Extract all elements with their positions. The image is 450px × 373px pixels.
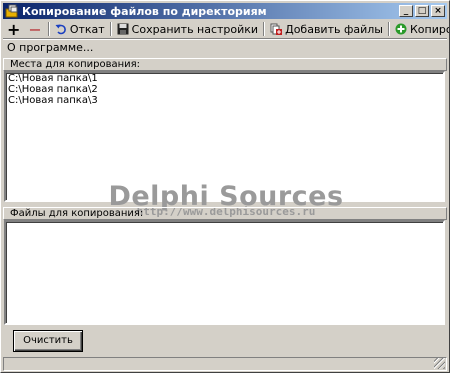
add-button[interactable]: +	[3, 20, 24, 39]
floppy-disk-icon	[117, 23, 129, 35]
remove-button[interactable]: −	[24, 20, 45, 39]
bottom-panel: Очистить	[3, 327, 447, 355]
add-files-button[interactable]: Добавить файлы	[267, 21, 386, 37]
toolbar-separator	[109, 22, 112, 36]
toolbar-separator	[47, 22, 50, 36]
list-item[interactable]: C:\Новая папка\2	[6, 84, 443, 95]
save-settings-label: Сохранить настройки	[131, 22, 259, 36]
save-settings-button[interactable]: Сохранить настройки	[114, 21, 261, 37]
undo-button[interactable]: Откат	[52, 21, 108, 37]
menu-bar: О программе...	[3, 40, 449, 55]
toolbar-separator	[387, 22, 390, 36]
destinations-header: Места для копирования:	[3, 58, 447, 71]
undo-label: Откат	[69, 22, 105, 36]
undo-icon	[55, 23, 67, 35]
destinations-list[interactable]: C:\Новая папка\1 C:\Новая папка\2 C:\Нов…	[4, 71, 445, 202]
status-bar	[3, 357, 447, 371]
copy-files-label: Копировать файлы	[409, 22, 449, 36]
menu-item-about[interactable]: О программе...	[7, 41, 93, 54]
clear-button[interactable]: Очистить	[13, 330, 83, 352]
toolbar: + − Откат Сохранить настройки Добавить ф…	[3, 20, 449, 39]
app-window: Копирование файлов по директориям _ □ × …	[0, 0, 450, 373]
add-files-label: Добавить файлы	[285, 22, 383, 36]
size-grip[interactable]	[434, 358, 445, 369]
toolbar-separator	[263, 22, 266, 36]
add-files-icon	[270, 23, 283, 35]
list-item[interactable]: C:\Новая папка\3	[6, 95, 443, 106]
app-icon	[5, 4, 19, 18]
green-plus-icon	[395, 23, 407, 35]
files-list[interactable]	[4, 220, 445, 325]
window-title: Копирование файлов по директориям	[22, 4, 267, 18]
copy-files-button[interactable]: Копировать файлы	[392, 21, 449, 37]
close-button[interactable]: ×	[431, 5, 445, 17]
list-item[interactable]: C:\Новая папка\1	[6, 73, 443, 84]
files-header: Файлы для копирования:	[3, 207, 447, 220]
minimize-button[interactable]: _	[399, 5, 413, 17]
maximize-button[interactable]: □	[415, 5, 429, 17]
title-bar[interactable]: Копирование файлов по директориям _ □ ×	[3, 3, 447, 19]
